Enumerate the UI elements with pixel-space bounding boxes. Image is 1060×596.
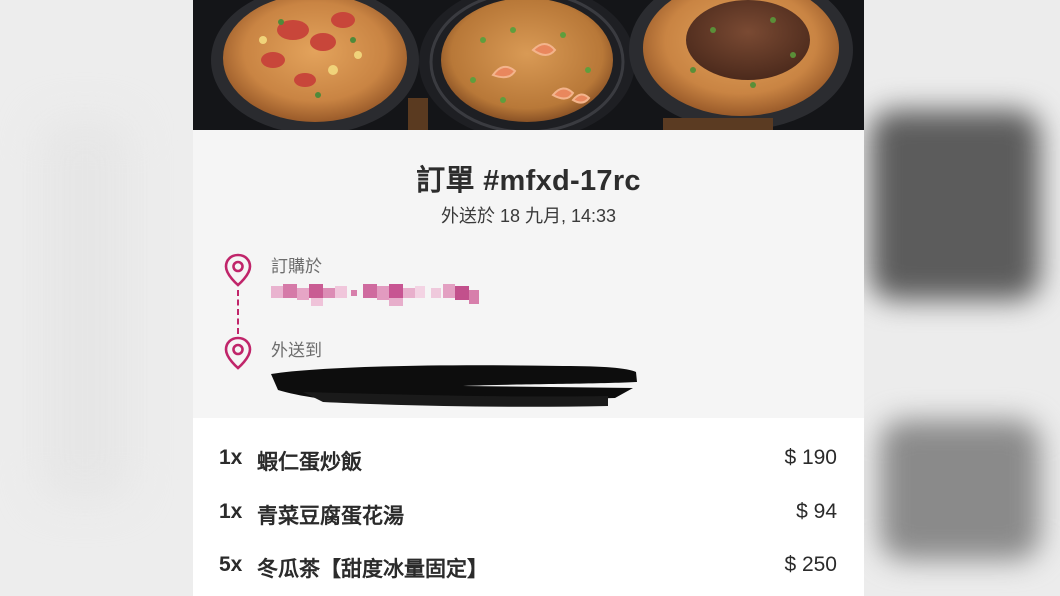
order-detail-screen: 訂單 #mfxd-17rc 外送於 18 九月, 14:33 訂購於 外送到 1… [193,0,864,596]
order-title: 訂單 #mfxd-17rc [416,165,641,197]
item-quantity: 1x [219,500,243,523]
item-name: 蝦仁蛋炒飯 [257,450,362,474]
order-item: 1x 青菜豆腐蛋花湯 $ 94 [193,500,864,554]
location-pin-icon [224,253,252,287]
item-price: $ 190 [784,446,837,469]
fried-rice-photo [193,0,864,130]
item-quantity: 1x [219,446,243,469]
order-items-list: 1x 蝦仁蛋炒飯 $ 190 1x 青菜豆腐蛋花湯 $ 94 5x 冬瓜茶【甜度… [193,418,864,596]
order-summary-header: 訂單 #mfxd-17rc 外送於 18 九月, 14:33 訂購於 外送到 [193,130,864,418]
blurred-backdrop-left [0,0,193,596]
order-item: 5x 冬瓜茶【甜度冰量固定】 $ 250 [193,553,864,596]
location-pin-icon [224,336,252,370]
redacted-address [271,365,637,407]
item-price: $ 250 [784,553,837,576]
delivery-time: 外送於 18 九月, 14:33 [440,206,617,226]
item-name: 青菜豆腐蛋花湯 [257,504,404,528]
order-item: 1x 蝦仁蛋炒飯 $ 190 [193,446,864,500]
item-price: $ 94 [796,500,837,523]
restaurant-banner-image [193,0,864,130]
ordered-from-label: 訂購於 [271,257,322,276]
blurred-backdrop-right [864,0,1060,596]
route-dashed-line [237,290,239,334]
item-quantity: 5x [219,553,243,576]
pixelated-restaurant-name [271,284,479,306]
item-name: 冬瓜茶【甜度冰量固定】 [257,557,488,581]
